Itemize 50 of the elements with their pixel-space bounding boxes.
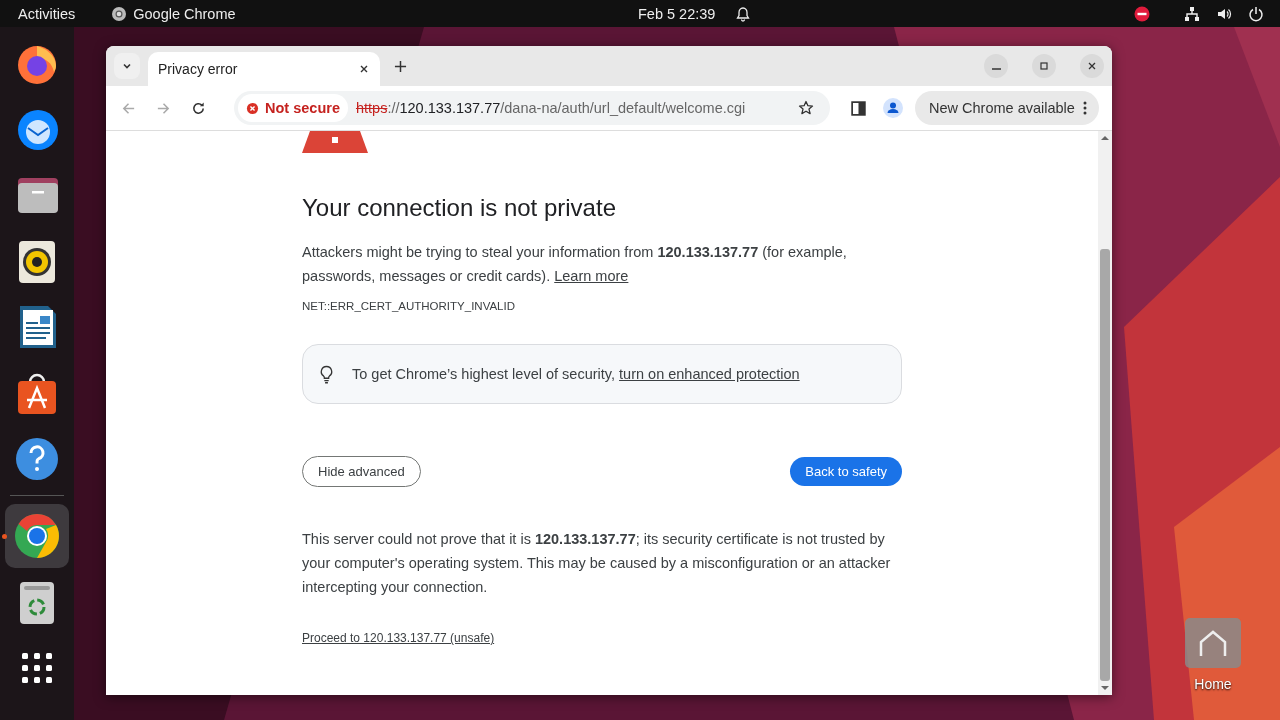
minimize-button[interactable] [984,54,1008,78]
error-code: NET::ERR_CERT_AUTHORITY_INVALID [302,300,516,312]
bell-icon[interactable] [735,5,752,22]
page-heading: Your connection is not private [302,194,617,222]
dock-item[interactable] [5,504,69,568]
update-button[interactable]: New Chrome available [915,91,1099,125]
security-tip-text: To get Chrome’s highest level of security, turn on enhanced protection [352,366,800,382]
lightbulb-icon [319,364,334,384]
minimize-icon [991,68,1001,70]
home-folder-icon [1185,618,1241,668]
back-to-safety-button[interactable]: Back to safety [790,457,902,486]
close-icon [1086,60,1098,72]
browser-tab[interactable]: Privacy error [148,52,380,86]
new-tab-icon[interactable] [394,60,407,73]
activities-button[interactable]: Activities [18,5,76,22]
home-folder-label: Home [1194,676,1232,692]
security-chip[interactable]: Not secure [238,94,348,122]
proceed-link[interactable]: Proceed to 120.133.137.77 (unsafe) [302,631,495,645]
bookmark-star-icon[interactable] [798,100,814,116]
tab-title: Privacy error [158,61,239,77]
error-icon [246,101,259,115]
url-text: https://120.133.137.77/dana-na/auth/url_default/welcome.cgi [355,100,746,116]
app-menu[interactable]: Google Chrome [133,5,236,22]
do-not-disturb-icon[interactable] [1134,5,1150,22]
hide-advanced-button[interactable]: Hide advanced [302,456,421,487]
network-icon[interactable] [1184,5,1200,22]
reload-icon[interactable] [191,100,206,116]
more-icon [1082,100,1087,116]
warning-text: Attackers might be trying to steal your information from 120.133.137.77 (for example, passwords, messages or credit cards). Learn more [302,243,848,286]
learn-more-link[interactable]: Learn more [554,268,629,284]
warning-icon [302,131,368,153]
close-button[interactable] [1080,54,1104,78]
chrome-icon [111,5,128,22]
profile-icon[interactable] [883,98,903,118]
scrollbar-thumb[interactable] [1100,249,1110,681]
details-text: This server could not prove that it is 120.133.137.77; its security certificate is not trusted by your computer's operating system. This may be caused by a misconfiguration or an attacker intercepting your connection. [302,530,892,597]
maximize-icon [1038,60,1050,72]
scrollbar[interactable] [1098,131,1112,695]
address-bar[interactable]: Not secure https://120.133.137.77/dana-na/auth/url_default/welcome.cgi [234,91,830,125]
scroll-up-icon[interactable] [1101,135,1109,141]
close-icon[interactable] [358,63,370,75]
enhanced-protection-link[interactable]: turn on enhanced protection [619,366,800,382]
chrome-icon [14,513,60,559]
side-panel-icon[interactable] [850,99,867,117]
maximize-button[interactable] [1032,54,1056,78]
scroll-down-icon[interactable] [1101,685,1109,691]
clock[interactable]: Feb 5 22:39 [638,5,716,22]
power-icon[interactable] [1248,5,1264,22]
help-icon [14,436,60,482]
home-folder-shortcut[interactable]: Home [1185,618,1241,692]
